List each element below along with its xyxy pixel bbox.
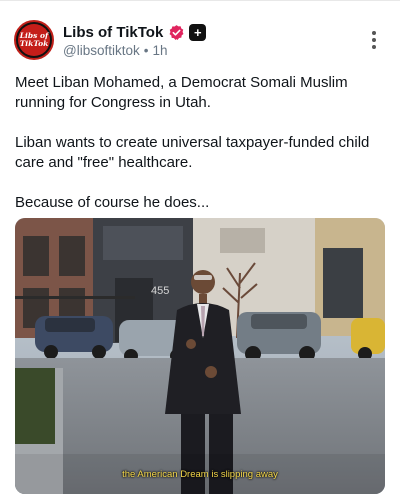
video-frame: 455 — [15, 218, 385, 494]
tweet-card[interactable]: Libs of TikTok Libs of TikTok + @libsoft… — [0, 0, 400, 500]
more-options-button[interactable] — [364, 29, 384, 51]
more-vertical-icon-dot — [372, 31, 376, 35]
post-timestamp[interactable]: 1h — [152, 43, 167, 58]
avatar-logo: Libs of TikTok — [18, 24, 50, 56]
more-vertical-icon-dot — [372, 38, 376, 42]
verified-badge-icon — [169, 24, 184, 40]
post-paragraph: Meet Liban Mohamed, a Democrat Somali Mu… — [15, 74, 348, 111]
author-name-row: Libs of TikTok + — [63, 22, 207, 42]
post-paragraph: Liban wants to create universal taxpayer… — [15, 134, 370, 171]
subscription-plus-icon: + — [189, 23, 207, 41]
avatar-text-line2: TikTok — [19, 39, 49, 48]
video-player[interactable]: 455 the American Dream is slipping away — [15, 218, 385, 494]
meta-separator: • — [143, 42, 149, 58]
post-paragraph: Because of course he does... — [15, 194, 210, 211]
more-vertical-icon-dot — [372, 45, 376, 49]
building-number: 455 — [151, 285, 169, 297]
post-body: Meet Liban Mohamed, a Democrat Somali Mu… — [15, 73, 387, 213]
video-caption: the American Dream is slipping away — [122, 469, 278, 480]
avatar[interactable]: Libs of TikTok — [14, 20, 54, 60]
author-display-name[interactable]: Libs of TikTok — [63, 24, 163, 41]
author-handle[interactable]: @libsoftiktok — [63, 43, 140, 58]
author-meta: @libsoftiktok • 1h — [63, 42, 168, 58]
